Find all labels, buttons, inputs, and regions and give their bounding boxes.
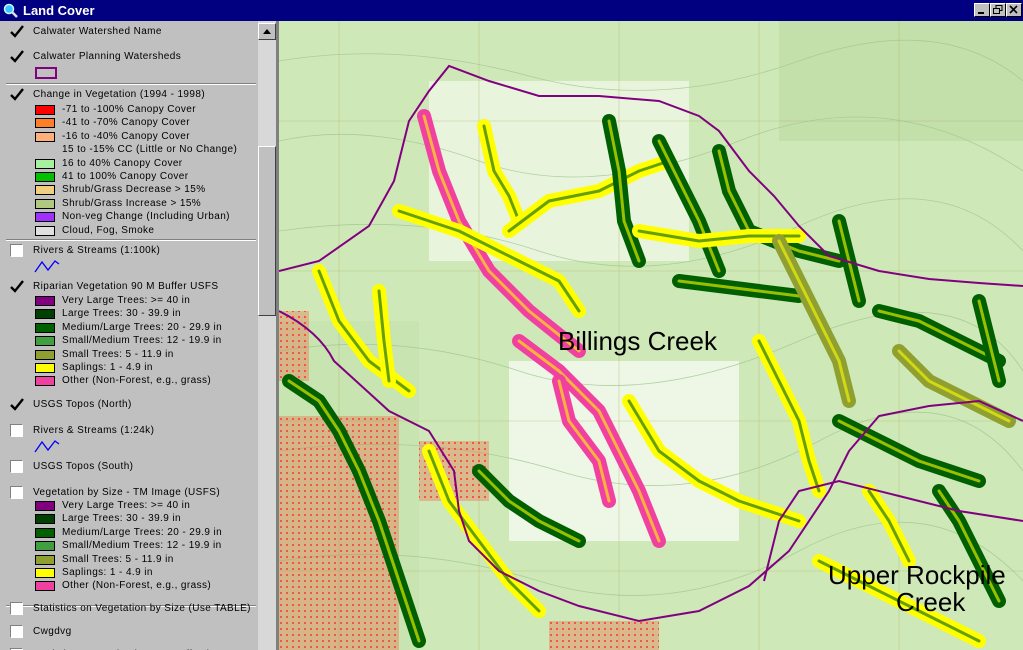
layer-checkbox-stats-veg-size[interactable] [10,602,23,615]
legend-label: 41 to 100% Canopy Cover [62,171,189,182]
legend-label: -16 to -40% Canopy Cover [62,130,190,142]
legend-swatch [35,118,55,129]
minimize-button[interactable] [974,3,990,17]
legend-label: Medium/Large Trees: 20 - 29.9 in [62,321,223,333]
legend-label: Small/Medium Trees: 12 - 19.9 in [62,335,222,347]
checkmark-icon [10,280,24,293]
legend-label: -71 to -100% Canopy Cover [62,104,196,115]
layer-name-cwgdvg[interactable]: Cwgdvg [33,626,72,638]
legend-swatch [35,349,55,360]
toc-scrollbar[interactable] [258,21,276,650]
toc-divider [6,83,256,85]
legend-label: Small/Medium Trees: 12 - 19.9 in [62,540,222,552]
legend-label: Very Large Trees: >= 40 in [62,500,191,511]
legend-swatch [35,158,55,169]
legend-label: Small Trees: 5 - 11.9 in [62,553,174,565]
restore-icon [993,5,1003,14]
layer-checkbox-rivers-100k[interactable] [10,244,23,257]
checkmark-icon [10,50,24,63]
layer-name-rivers-24k[interactable]: Rivers & Streams (1:24k) [33,425,154,437]
table-of-contents: Calwater Watershed Name Calwater Planning… [0,21,258,650]
layer-name-calwater-planning[interactable]: Calwater Planning Watersheds [33,51,181,63]
legend-label: 15 to -15% CC (Little or No Change) [62,144,238,156]
legend-label: Non-veg Change (Including Urban) [62,211,230,223]
checkmark-icon [10,398,24,411]
legend-swatch [35,198,55,209]
checkmark-icon [10,88,24,101]
map-view[interactable]: Billings Creek Upper Rockpile Creek [279,21,1023,650]
layer-checkbox-usgs-south[interactable] [10,460,23,473]
legend-label: Small Trees: 5 - 11.9 in [62,348,174,360]
legend-swatch [35,172,55,182]
arrow-up-icon [263,29,271,34]
legend-swatch [35,554,55,565]
layer-checkbox-rivers-24k[interactable] [10,424,23,437]
layer-checkbox-veg-size-tm[interactable] [10,486,23,499]
legend-swatch [35,131,55,142]
legend-swatch [35,541,55,552]
legend-swatch [35,363,55,373]
legend-swatch [35,568,55,578]
toc-divider [6,239,256,241]
restore-button[interactable] [990,3,1006,17]
upper-rockpile-creek-label-line2: Creek [896,587,966,617]
legend-label: Large Trees: 30 - 39.9 in [62,513,181,525]
layer-name-stats-veg-size[interactable]: Statistics on Vegetation by Size (Use TA… [33,603,251,615]
legend-label: Very Large Trees: >= 40 in [62,295,191,306]
checkmark-icon [10,25,24,38]
legend-swatch [35,376,55,387]
legend-swatch [35,296,55,306]
window-titlebar: Land Cover [0,0,1023,21]
billings-creek-label: Billings Creek [558,326,718,356]
scroll-up-button[interactable] [258,23,276,40]
minimize-icon [978,12,984,14]
legend-label: Medium/Large Trees: 20 - 29.9 in [62,526,223,538]
layer-name-rivers-100k[interactable]: Rivers & Streams (1:100k) [33,245,160,257]
legend-label: Large Trees: 30 - 39.9 in [62,308,181,320]
stream-line-icon [34,260,60,273]
layer-checkbox-calwater-planning[interactable] [10,50,24,63]
layer-checkbox-change-veg[interactable] [10,88,24,101]
layer-checkbox-usgs-north[interactable] [10,398,24,411]
legend-swatch [35,185,55,196]
layer-name-usgs-south[interactable]: USGS Topos (South) [33,461,133,473]
legend-swatch [35,212,55,223]
legend-swatch [35,105,55,115]
layer-name-riparian[interactable]: Riparian Vegetation 90 M Buffer USFS [33,281,218,293]
close-icon [1009,5,1018,14]
legend-swatch [35,501,55,511]
layer-name-calwater-name[interactable]: Calwater Watershed Name [33,26,162,38]
legend-label: 16 to 40% Canopy Cover [62,157,183,169]
legend-label: Shrub/Grass Increase > 15% [62,197,202,209]
legend-swatch [35,527,55,538]
layer-checkbox-riparian[interactable] [10,280,24,293]
globe-magnifier-icon [3,3,18,18]
polygon-outline-swatch [35,67,57,79]
legend-label: Other (Non-Forest, e.g., grass) [62,580,212,592]
upper-rockpile-creek-label: Upper Rockpile [828,560,1006,590]
legend-label: Saplings: 1 - 4.9 in [62,567,153,578]
legend-label: Cloud, Fog, Smoke [62,224,155,236]
legend-swatch [35,225,55,236]
legend-swatch [35,336,55,347]
window-title: Land Cover [23,3,95,18]
legend-label: Other (Non-Forest, e.g., grass) [62,375,212,387]
legend-swatch [35,581,55,592]
legend-label: -41 to -70% Canopy Cover [62,117,190,129]
close-button[interactable] [1006,3,1022,17]
scroll-thumb[interactable] [258,146,276,316]
legend-label: Shrub/Grass Decrease > 15% [62,184,206,196]
legend-label: Saplings: 1 - 4.9 in [62,362,153,373]
layer-name-usgs-north[interactable]: USGS Topos (North) [33,399,132,411]
layer-checkbox-cwgdvg[interactable] [10,625,23,638]
layer-checkbox-calwater-name[interactable] [10,25,24,38]
stream-line-icon [34,440,60,453]
legend-swatch [35,322,55,333]
layer-name-change-veg[interactable]: Change in Vegetation (1994 - 1998) [33,89,205,101]
legend-swatch [35,514,55,525]
legend-swatch [35,309,55,320]
layer-name-veg-size-tm[interactable]: Vegetation by Size - TM Image (USFS) [33,487,220,499]
